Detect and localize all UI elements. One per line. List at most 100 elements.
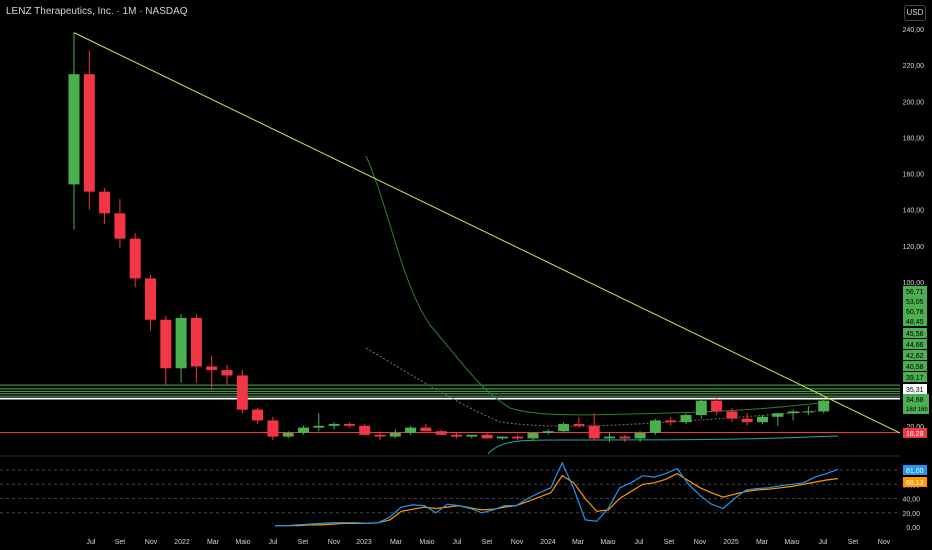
candle-body[interactable] bbox=[435, 431, 447, 435]
candle-body[interactable] bbox=[726, 411, 738, 419]
candle-body[interactable] bbox=[802, 411, 814, 413]
candle-body[interactable] bbox=[757, 416, 768, 423]
x-tick-label: Maio bbox=[235, 539, 250, 546]
candle-body[interactable] bbox=[558, 424, 570, 432]
x-tick-label: Maio bbox=[419, 539, 434, 546]
candle-body[interactable] bbox=[282, 433, 294, 437]
price-label: 56,71 bbox=[906, 289, 924, 296]
candle-body[interactable] bbox=[114, 213, 126, 239]
candle-body[interactable] bbox=[695, 400, 707, 416]
x-tick-label: Mar bbox=[572, 539, 585, 546]
level-label: 35,31 bbox=[906, 387, 924, 394]
candle-body[interactable] bbox=[420, 427, 432, 432]
candle-body[interactable] bbox=[619, 436, 631, 439]
indicator-slow-line bbox=[275, 472, 839, 527]
candle-body[interactable] bbox=[221, 370, 233, 376]
candle-body[interactable] bbox=[343, 424, 355, 426]
price-label: 48,45 bbox=[906, 319, 924, 326]
x-tick-label: Nov bbox=[328, 539, 341, 546]
candle-body[interactable] bbox=[252, 409, 264, 421]
x-tick-label: Set bbox=[848, 539, 859, 546]
candle-body[interactable] bbox=[496, 436, 508, 439]
indicator-slow-label: 68,13 bbox=[906, 480, 924, 487]
candle-body[interactable] bbox=[588, 425, 600, 439]
candle-body[interactable] bbox=[604, 436, 615, 439]
candle-body[interactable] bbox=[787, 411, 799, 414]
candle-body[interactable] bbox=[328, 424, 340, 426]
y-tick-label: 200,00 bbox=[903, 99, 925, 106]
countdown-label: 18d 16h bbox=[906, 407, 928, 413]
price-label: 39,17 bbox=[906, 375, 924, 382]
candle-body[interactable] bbox=[68, 74, 80, 185]
candle-body[interactable] bbox=[129, 238, 141, 279]
candle-body[interactable] bbox=[206, 366, 218, 371]
candle-body[interactable] bbox=[99, 191, 111, 214]
x-tick-label: Maio bbox=[784, 539, 799, 546]
x-tick-label: 2022 bbox=[174, 539, 190, 546]
candle-body[interactable] bbox=[466, 434, 478, 437]
price-label: 40,58 bbox=[906, 364, 924, 371]
candle-body[interactable] bbox=[374, 434, 386, 437]
y-tick-label: 180,00 bbox=[903, 135, 925, 142]
y-tick-label: 220,00 bbox=[903, 63, 925, 70]
candle-body[interactable] bbox=[405, 427, 417, 433]
candle-body[interactable] bbox=[451, 434, 462, 437]
candle-body[interactable] bbox=[389, 433, 401, 437]
price-label: 53,05 bbox=[906, 299, 924, 306]
candle-body[interactable] bbox=[236, 375, 248, 410]
y-tick-label: 240,00 bbox=[903, 27, 925, 34]
ma-short-line bbox=[487, 435, 839, 455]
y-tick-label: 160,00 bbox=[903, 172, 925, 179]
candle-body[interactable] bbox=[267, 420, 279, 437]
y-tick-label: 140,00 bbox=[903, 208, 925, 215]
x-tick-label: Maio bbox=[600, 539, 615, 546]
candle-body[interactable] bbox=[145, 278, 156, 320]
x-tick-label: Mar bbox=[207, 539, 220, 546]
candle-body[interactable] bbox=[83, 74, 95, 192]
candle-body[interactable] bbox=[649, 420, 661, 433]
x-tick-label: Jul bbox=[87, 539, 96, 546]
last-price-label: 34,68 bbox=[906, 397, 924, 404]
price-label: 50,78 bbox=[906, 309, 924, 316]
support-label: 16,28 bbox=[906, 431, 924, 438]
x-tick-label: Nov bbox=[694, 539, 707, 546]
candle-body[interactable] bbox=[665, 420, 677, 423]
candle-body[interactable] bbox=[573, 424, 585, 426]
x-tick-label: 2023 bbox=[356, 539, 372, 546]
candle-body[interactable] bbox=[175, 317, 187, 369]
x-tick-label: Set bbox=[115, 539, 126, 546]
x-tick-label: Mar bbox=[390, 539, 403, 546]
candle-body[interactable] bbox=[634, 433, 646, 439]
x-tick-label: Jul bbox=[453, 539, 462, 546]
indicator-fast-line bbox=[275, 461, 839, 527]
x-tick-label: Set bbox=[664, 539, 675, 546]
candle-body[interactable] bbox=[481, 434, 493, 439]
x-tick-label: Jul bbox=[635, 539, 644, 546]
x-tick-label: Set bbox=[482, 539, 493, 546]
candle-body[interactable] bbox=[359, 425, 371, 435]
y-tick-label: 100,00 bbox=[903, 280, 925, 287]
candle-body[interactable] bbox=[298, 427, 309, 433]
candle-body[interactable] bbox=[527, 433, 539, 439]
candle-body[interactable] bbox=[711, 400, 723, 412]
candle-body[interactable] bbox=[818, 400, 830, 412]
indicator-y-tick-label: 40,00 bbox=[902, 497, 920, 504]
ma-long-line bbox=[365, 155, 831, 416]
trendline[interactable] bbox=[73, 32, 901, 434]
x-tick-label: Jul bbox=[269, 539, 278, 546]
candle-body[interactable] bbox=[772, 413, 784, 417]
candle-body[interactable] bbox=[512, 436, 524, 439]
candle-body[interactable] bbox=[313, 425, 325, 428]
price-chart[interactable]: 80,0060,0040,0020,000,00 JulSetNov2022Ma… bbox=[0, 0, 932, 550]
candle-body[interactable] bbox=[680, 415, 692, 423]
candle-body[interactable] bbox=[741, 418, 753, 423]
indicator-fast-label: 81,00 bbox=[906, 468, 924, 475]
candle-body[interactable] bbox=[190, 317, 202, 367]
x-tick-label: Set bbox=[298, 539, 309, 546]
x-tick-label: 2025 bbox=[723, 539, 739, 546]
indicator-y-tick-label: 0,00 bbox=[906, 525, 920, 532]
candle-body[interactable] bbox=[160, 319, 172, 369]
y-tick-label: 120,00 bbox=[903, 244, 925, 251]
candle-body[interactable] bbox=[542, 431, 554, 433]
x-tick-label: Nov bbox=[145, 539, 158, 546]
